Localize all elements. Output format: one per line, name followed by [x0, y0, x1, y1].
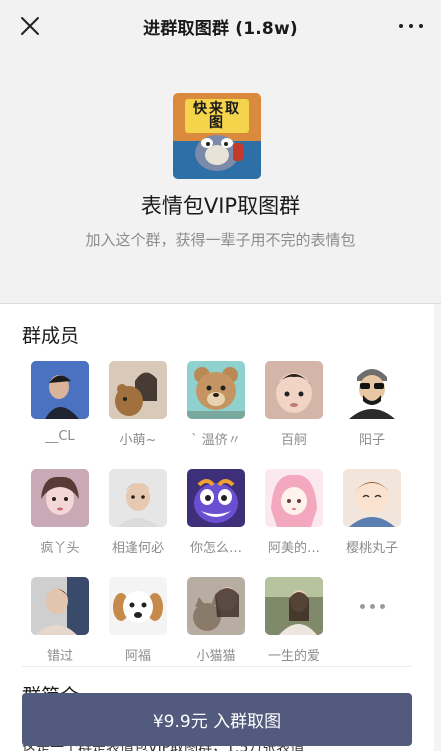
- member-name: __CL: [45, 429, 75, 444]
- member-name: 阿美的…: [267, 541, 320, 556]
- member-avatar: [31, 361, 89, 419]
- member-item[interactable]: 樱桃丸子: [333, 469, 411, 556]
- member-avatar: [265, 361, 323, 419]
- members-card: 群成员 __CL 小萌~ ` 温侪〃 百舸 阳子 疯丫头 相逢何必 你怎么… 阿…: [0, 304, 434, 751]
- member-name: 疯丫头: [40, 541, 80, 556]
- group-name: 表情包VIP取图群: [140, 194, 301, 218]
- scroll-edge: [434, 304, 441, 751]
- member-name: 阿福: [124, 649, 151, 664]
- member-avatar: [187, 577, 245, 635]
- member-avatar: [109, 577, 167, 635]
- member-avatar: [343, 361, 401, 419]
- member-item[interactable]: 相逢何必: [99, 469, 177, 556]
- member-avatar: [187, 361, 245, 419]
- member-name: 相逢何必: [111, 541, 164, 556]
- members-title: 群成员: [22, 325, 80, 347]
- join-button[interactable]: ¥9.9元 入群取图: [22, 693, 412, 746]
- member-item[interactable]: 小萌~: [99, 361, 177, 448]
- member-name: 百舸: [280, 433, 307, 448]
- member-avatar: [109, 361, 167, 419]
- member-name: 小萌~: [119, 433, 157, 448]
- member-name: 一生的爱: [267, 649, 320, 664]
- more-icon[interactable]: [399, 16, 423, 36]
- member-item[interactable]: 阿福: [99, 577, 177, 664]
- member-name: 你怎么…: [189, 541, 242, 556]
- member-name: 错过: [46, 649, 73, 664]
- member-avatar: [31, 469, 89, 527]
- member-name: 阳子: [358, 433, 385, 448]
- member-avatar: [31, 577, 89, 635]
- member-name: ` 温侪〃: [191, 433, 241, 448]
- navbar: 进群取图群 (1.8w): [0, 0, 441, 52]
- group-description: 加入这个群，获得一辈子用不完的表情包: [85, 231, 356, 249]
- page-title: 进群取图群 (1.8w): [143, 18, 298, 39]
- close-icon[interactable]: [18, 14, 42, 38]
- group-avatar-text: 快来取图: [193, 101, 241, 131]
- more-members-icon[interactable]: [343, 577, 401, 635]
- member-item[interactable]: __CL: [21, 361, 99, 444]
- member-item[interactable]: 错过: [21, 577, 99, 664]
- member-item[interactable]: 一生的爱: [255, 577, 333, 664]
- group-header: 快来取图 表情包VIP取图群 加入这个群，获得一辈子用不完的表情包: [0, 52, 441, 304]
- member-name: 小猫猫: [196, 649, 236, 664]
- member-item[interactable]: 你怎么…: [177, 469, 255, 556]
- member-avatar: [265, 469, 323, 527]
- member-avatar: [343, 469, 401, 527]
- divider: [22, 666, 412, 667]
- member-item[interactable]: 百舸: [255, 361, 333, 448]
- member-item[interactable]: 阳子: [333, 361, 411, 448]
- member-avatar: [109, 469, 167, 527]
- member-item[interactable]: ` 温侪〃: [177, 361, 255, 448]
- member-item[interactable]: 小猫猫: [177, 577, 255, 664]
- member-avatar: [265, 577, 323, 635]
- member-name: 樱桃丸子: [345, 541, 398, 556]
- member-item[interactable]: 阿美的…: [255, 469, 333, 556]
- member-avatar: [187, 469, 245, 527]
- group-avatar: 快来取图: [173, 93, 261, 179]
- member-item[interactable]: 疯丫头: [21, 469, 99, 556]
